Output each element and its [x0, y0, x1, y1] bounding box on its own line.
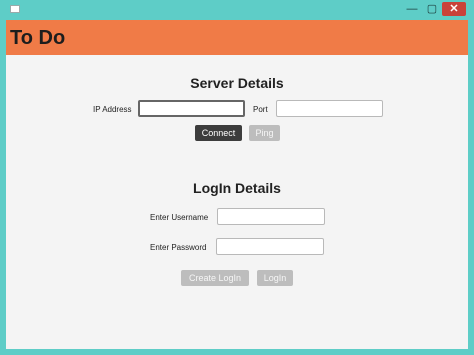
title-bar[interactable]: — ▢ ✕ [6, 0, 468, 20]
header-bar: To Do [6, 20, 468, 55]
app-title: To Do [10, 27, 66, 49]
maximize-button[interactable]: ▢ [424, 2, 440, 16]
password-label: Enter Password [150, 243, 207, 252]
port-label: Port [253, 105, 268, 114]
ip-address-input[interactable] [138, 100, 245, 117]
app-icon [10, 5, 20, 13]
login-details-heading: LogIn Details [193, 180, 281, 196]
login-button[interactable]: LogIn [257, 270, 293, 286]
minimize-button[interactable]: — [404, 2, 420, 16]
close-button[interactable]: ✕ [442, 2, 466, 16]
connect-button[interactable]: Connect [195, 125, 242, 141]
content-area: To Do Server Details IP Address Port Con… [6, 20, 468, 349]
port-input[interactable] [276, 100, 383, 117]
app-window: — ▢ ✕ To Do Server Details IP Address Po… [6, 0, 468, 349]
username-input[interactable] [217, 208, 325, 225]
create-login-button[interactable]: Create LogIn [181, 270, 249, 286]
username-label: Enter Username [150, 213, 209, 222]
ping-button[interactable]: Ping [249, 125, 280, 141]
ip-address-label: IP Address [93, 105, 132, 114]
password-input[interactable] [216, 238, 324, 255]
server-details-heading: Server Details [190, 75, 284, 91]
